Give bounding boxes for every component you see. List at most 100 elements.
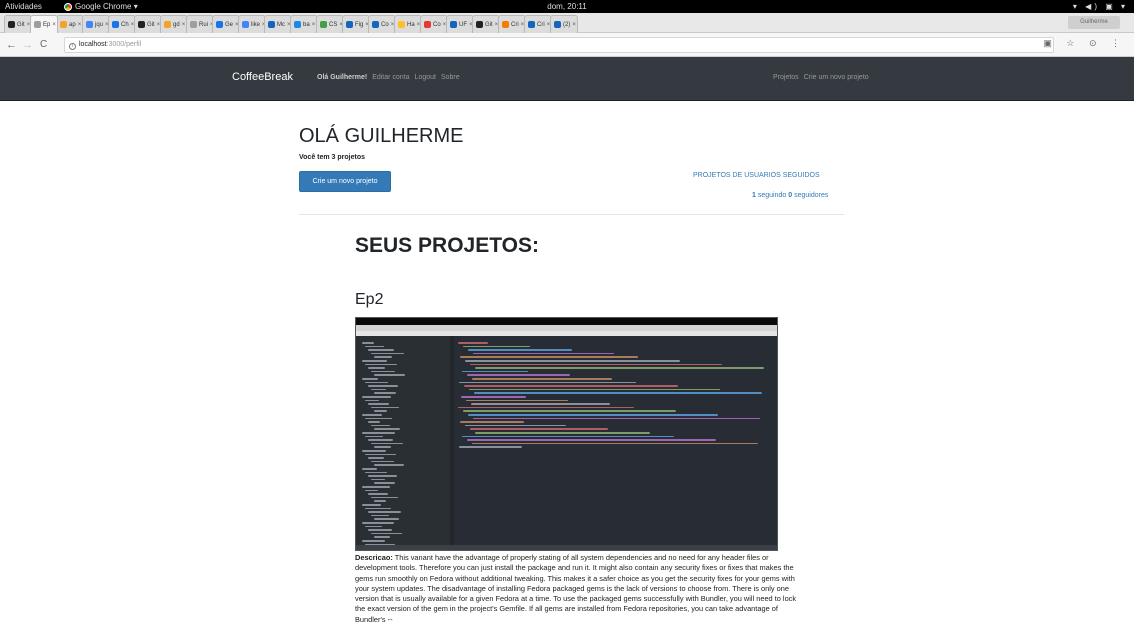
file-tree-line <box>368 475 397 477</box>
nav-new-project-link[interactable]: Crie um novo projeto <box>804 74 869 81</box>
file-tree-line <box>365 381 388 384</box>
browser-tab[interactable]: Mc × <box>264 15 292 33</box>
reload-icon[interactable]: C <box>40 38 47 52</box>
code-line <box>468 349 572 351</box>
tab-label: Fig <box>355 21 364 28</box>
file-tree-line <box>365 471 387 474</box>
file-tree-line <box>374 500 386 502</box>
file-tree-line <box>371 388 386 391</box>
browser-tab[interactable]: Co × <box>368 15 396 33</box>
system-tray-icons[interactable]: ▾ ◀) ▣ ▾ <box>1073 0 1128 13</box>
file-tree-line <box>368 403 389 405</box>
toolbar: ← → C i localhost:3000/perfil ▣ ☆ ⊙ ⋮ <box>0 33 1134 57</box>
browser-tab[interactable]: Ha × <box>394 15 422 33</box>
file-tree-line <box>365 489 378 492</box>
file-tree-line <box>368 457 384 459</box>
tab-label: Ha <box>407 21 415 28</box>
browser-tab[interactable]: jqu × <box>82 15 110 33</box>
project-description: Descricao: This vanant have the advantag… <box>355 553 797 625</box>
address-bar[interactable]: i localhost:3000/perfil <box>64 37 1054 53</box>
browser-tab[interactable]: Git × <box>4 15 32 33</box>
browser-tab[interactable]: Rui× <box>186 15 214 33</box>
tab-favicon-icon <box>8 21 15 28</box>
file-tree-line <box>362 468 377 470</box>
file-tree-line <box>368 421 380 423</box>
browser-tab[interactable]: Git × <box>134 15 162 33</box>
tab-label: Cri <box>511 21 519 28</box>
browser-tab[interactable]: like× <box>238 15 266 33</box>
code-line <box>469 388 720 391</box>
code-line <box>475 432 650 434</box>
tab-label: Git <box>17 21 25 28</box>
browser-tab[interactable]: (2) × <box>550 15 578 33</box>
file-tree-line <box>371 442 403 445</box>
clock[interactable]: dom, 20:11 <box>0 0 1134 13</box>
browser-tab[interactable]: Ge × <box>212 15 240 33</box>
tab-label: gd <box>173 21 180 28</box>
nav-edit-account-link[interactable]: Editar conta <box>372 74 409 81</box>
tab-favicon-icon <box>112 21 119 28</box>
tab-close-icon[interactable]: × <box>78 22 82 28</box>
os-top-bar: Atividades Google Chrome ▾ dom, 20:11 ▾ … <box>0 0 1134 13</box>
nav-projects-link[interactable]: Projetos <box>773 74 799 81</box>
code-line <box>462 370 528 373</box>
new-project-button[interactable]: Crie um novo projeto <box>299 171 391 192</box>
file-tree-line <box>362 540 385 542</box>
page-title: OLÁ GUILHERME <box>299 125 464 147</box>
browser-tab[interactable]: Co × <box>420 15 448 33</box>
file-tree-line <box>362 450 386 452</box>
tab-favicon-icon <box>554 21 561 28</box>
browser-tab[interactable]: ba × <box>290 15 318 33</box>
browser-tab[interactable]: Cri × <box>498 15 526 33</box>
browser-tab[interactable]: ap × <box>56 15 84 33</box>
browser-tab[interactable]: Cri × <box>524 15 552 33</box>
description-text: This vanant have the advantage of proper… <box>355 553 797 624</box>
file-tree-line <box>362 342 374 344</box>
screenshot-file-tree <box>356 336 450 550</box>
screenshot-code-editor <box>454 336 777 550</box>
file-tree-line <box>368 493 388 495</box>
tab-label: UF <box>459 21 467 28</box>
info-icon[interactable]: i <box>69 43 76 50</box>
tab-label: Ch <box>121 21 129 28</box>
browser-tab[interactable]: CS× <box>316 15 344 33</box>
tab-favicon-icon <box>164 21 171 28</box>
browser-tab[interactable]: Ep × <box>30 15 58 33</box>
tab-label: Ge <box>225 21 234 28</box>
project-title[interactable]: Ep2 <box>355 291 383 309</box>
followers-link[interactable]: seguidores <box>794 192 828 199</box>
code-line <box>461 396 526 398</box>
back-arrow-icon[interactable]: ← <box>6 38 17 52</box>
tab-strip: Git×Ep×ap×jqu×Ch×Git×gd×Rui×Ge×like×Mc×b… <box>0 13 1134 33</box>
browser-tab[interactable]: Ch × <box>108 15 136 33</box>
brand-link[interactable]: CoffeeBreak <box>232 71 293 83</box>
forward-arrow-icon[interactable]: → <box>22 38 33 52</box>
nav-logout-link[interactable]: Logout <box>415 74 436 81</box>
following-link[interactable]: seguindo <box>758 192 786 199</box>
nav-greeting-link[interactable]: Olá Guilherme! <box>317 74 367 81</box>
code-line <box>467 374 570 376</box>
code-line <box>473 417 760 420</box>
browser-tab[interactable]: Git × <box>472 15 500 33</box>
followed-projects-link[interactable]: PROJETOS DE USUARIOS SEGUIDOS <box>693 172 820 179</box>
file-tree-line <box>374 518 399 520</box>
screenshot-topbar <box>356 318 777 325</box>
url-path: :3000/perfil <box>106 41 142 48</box>
code-line <box>471 403 610 405</box>
tab-favicon-icon <box>216 21 223 28</box>
tab-close-icon[interactable]: × <box>182 22 186 28</box>
code-line <box>462 435 674 438</box>
tab-close-icon[interactable]: × <box>312 22 316 28</box>
profile-button[interactable]: Guilherme <box>1068 16 1120 29</box>
nav-about-link[interactable]: Sobre <box>441 74 460 81</box>
tab-close-icon[interactable]: × <box>572 22 576 28</box>
file-tree-line <box>362 432 395 434</box>
site-navbar: CoffeeBreak Olá Guilherme! Editar conta … <box>0 57 1134 101</box>
browser-tab[interactable]: UF × <box>446 15 474 33</box>
tab-favicon-icon <box>424 21 431 28</box>
tab-close-icon[interactable]: × <box>52 22 56 28</box>
code-line <box>467 439 716 441</box>
browser-tab[interactable]: Fig× <box>342 15 370 33</box>
browser-tab[interactable]: gd × <box>160 15 188 33</box>
toolbar-action-icons[interactable]: ▣ ☆ ⊙ ⋮ <box>1043 38 1126 49</box>
